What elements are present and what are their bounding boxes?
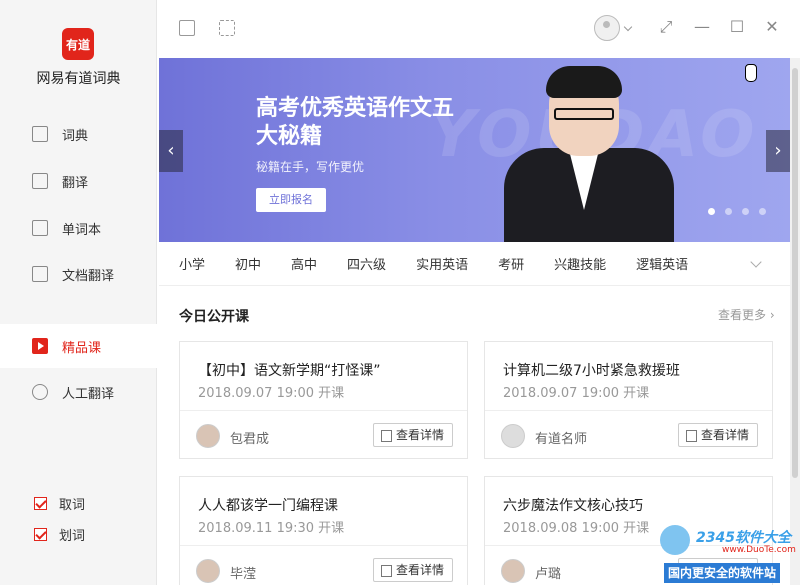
course-card[interactable]: 【初中】语文新学期“打怪课” 2018.09.07 19:00 开课 包君成 查… (179, 341, 468, 459)
course-card[interactable]: 计算机二级7小时紧急救援班 2018.09.07 19:00 开课 有道名师 查… (484, 341, 773, 459)
play-icon (32, 338, 48, 354)
checkbox-label: 划词 (59, 529, 86, 544)
capture-word-checkbox[interactable]: 取词 (34, 494, 85, 513)
sidebar-item-document-translate[interactable]: 文档翻译 (0, 252, 157, 296)
sidebar-item-label: 翻译 (62, 175, 89, 191)
sidebar-item-translate[interactable]: 翻译 (0, 159, 157, 203)
select-word-checkbox[interactable]: 划词 (34, 525, 85, 544)
watermark-url: www.DuoTe.com (722, 545, 796, 555)
promo-banner[interactable]: YOUDAO 高考优秀英语作文五大秘籍 秘籍在手，写作更优 立即报名 ‹ › (159, 58, 790, 242)
sidebar-item-label: 单词本 (62, 222, 102, 238)
tab-junior-high[interactable]: 初中 (235, 254, 261, 273)
screenshot-icon[interactable] (219, 20, 235, 36)
teacher-name: 卢璐 (535, 567, 562, 582)
next-slide-button[interactable]: › (766, 130, 790, 172)
slide-dot[interactable] (708, 208, 715, 215)
banner-subtitle: 秘籍在手，写作更优 (256, 160, 365, 174)
sidebar-item-label: 词典 (62, 128, 89, 144)
mascot-icon (660, 525, 690, 555)
watermark-brand: 2345软件大全 (696, 530, 791, 546)
chevron-down-icon[interactable] (623, 22, 633, 32)
sidebar-item-dictionary[interactable]: 词典 (0, 112, 157, 156)
card-footer: 包君成 查看详情 (180, 410, 467, 460)
tab-interest-skills[interactable]: 兴趣技能 (554, 254, 606, 273)
category-tabs: 小学 初中 高中 四六级 实用英语 考研 兴趣技能 逻辑英语 (159, 242, 790, 286)
watermark-slogan: 国内更安全的软件站 (664, 563, 781, 583)
tab-logic-english[interactable]: 逻辑英语 (636, 254, 688, 273)
avatar (501, 559, 525, 583)
avatar-icon[interactable] (594, 15, 620, 41)
course-time: 2018.09.07 19:00 开课 (503, 386, 650, 401)
save-icon[interactable] (179, 20, 195, 36)
title-bar: ⤢ — ☐ ✕ (157, 0, 800, 58)
view-details-button[interactable]: 查看详情 (372, 423, 453, 447)
course-title[interactable]: 计算机二级7小时紧急救援班 (503, 360, 680, 380)
hand-cursor-icon (745, 64, 757, 82)
document-icon (32, 266, 48, 282)
app-logo: 有道 (62, 28, 94, 60)
tab-cet[interactable]: 四六级 (347, 254, 386, 273)
wordbook-icon (32, 220, 48, 236)
sidebar-item-courses[interactable]: 精品课 (0, 324, 157, 368)
teacher-name: 有道名师 (535, 432, 588, 447)
course-time: 2018.09.11 19:30 开课 (198, 521, 345, 536)
tab-primary-school[interactable]: 小学 (179, 254, 205, 273)
sidebar-item-label: 人工翻译 (62, 386, 115, 402)
teacher-name: 毕滢 (230, 567, 257, 582)
sidebar-item-label: 精品课 (62, 340, 102, 356)
sidebar-item-label: 文档翻译 (62, 268, 115, 284)
checkbox-checked-icon[interactable] (34, 497, 47, 510)
see-more-link[interactable]: 查看更多 › (718, 306, 775, 323)
course-time: 2018.09.07 19:00 开课 (198, 386, 345, 401)
scrollbar-thumb[interactable] (792, 68, 798, 478)
enroll-button[interactable]: 立即报名 (256, 188, 326, 212)
checkbox-checked-icon[interactable] (34, 528, 47, 541)
prev-slide-button[interactable]: ‹ (159, 130, 183, 172)
close-icon[interactable]: ✕ (763, 18, 781, 36)
tab-practical-english[interactable]: 实用英语 (416, 254, 468, 273)
teacher-name: 包君成 (230, 432, 270, 447)
course-title[interactable]: 六步魔法作文核心技巧 (503, 495, 643, 515)
course-title[interactable]: 人人都该学一门编程课 (198, 495, 338, 515)
app-name: 网易有道词典 (36, 71, 121, 87)
headset-icon (32, 384, 48, 400)
minimize-icon[interactable]: — (693, 18, 711, 36)
card-footer: 有道名师 查看详情 (485, 410, 772, 460)
course-time: 2018.09.08 19:00 开课 (503, 521, 650, 536)
tab-postgraduate[interactable]: 考研 (498, 254, 524, 273)
checkbox-label: 取词 (59, 498, 86, 513)
sidebar-item-human-translate[interactable]: 人工翻译 (0, 370, 157, 414)
course-title[interactable]: 【初中】语文新学期“打怪课” (198, 360, 381, 380)
slide-indicators (708, 208, 766, 215)
maximize-icon[interactable]: ☐ (728, 18, 746, 36)
avatar (501, 424, 525, 448)
avatar (196, 424, 220, 448)
site-watermark: 2345软件大全 www.DuoTe.com 国内更安全的软件站 (660, 525, 800, 585)
tab-senior-high[interactable]: 高中 (291, 254, 317, 273)
chevron-down-icon[interactable] (750, 256, 762, 268)
avatar (196, 559, 220, 583)
dictionary-icon (32, 126, 48, 142)
card-footer: 毕滢 查看详情 (180, 545, 467, 585)
vertical-scrollbar[interactable] (790, 58, 800, 585)
mini-mode-icon[interactable]: ⤢ (657, 18, 675, 36)
banner-title: 高考优秀英语作文五大秘籍 (256, 96, 455, 149)
slide-dot[interactable] (725, 208, 732, 215)
sidebar-item-wordbook[interactable]: 单词本 (0, 206, 157, 250)
teacher-photo (504, 66, 674, 242)
view-details-button[interactable]: 查看详情 (677, 423, 758, 447)
slide-dot[interactable] (759, 208, 766, 215)
sidebar: 有道 网易有道词典 词典 翻译 单词本 文档翻译 精品课 人工翻译 取词 划词 (0, 0, 157, 585)
translate-icon (32, 173, 48, 189)
course-card[interactable]: 人人都该学一门编程课 2018.09.11 19:30 开课 毕滢 查看详情 (179, 476, 468, 585)
section-title: 今日公开课 (179, 309, 249, 325)
slide-dot[interactable] (742, 208, 749, 215)
view-details-button[interactable]: 查看详情 (372, 558, 453, 582)
